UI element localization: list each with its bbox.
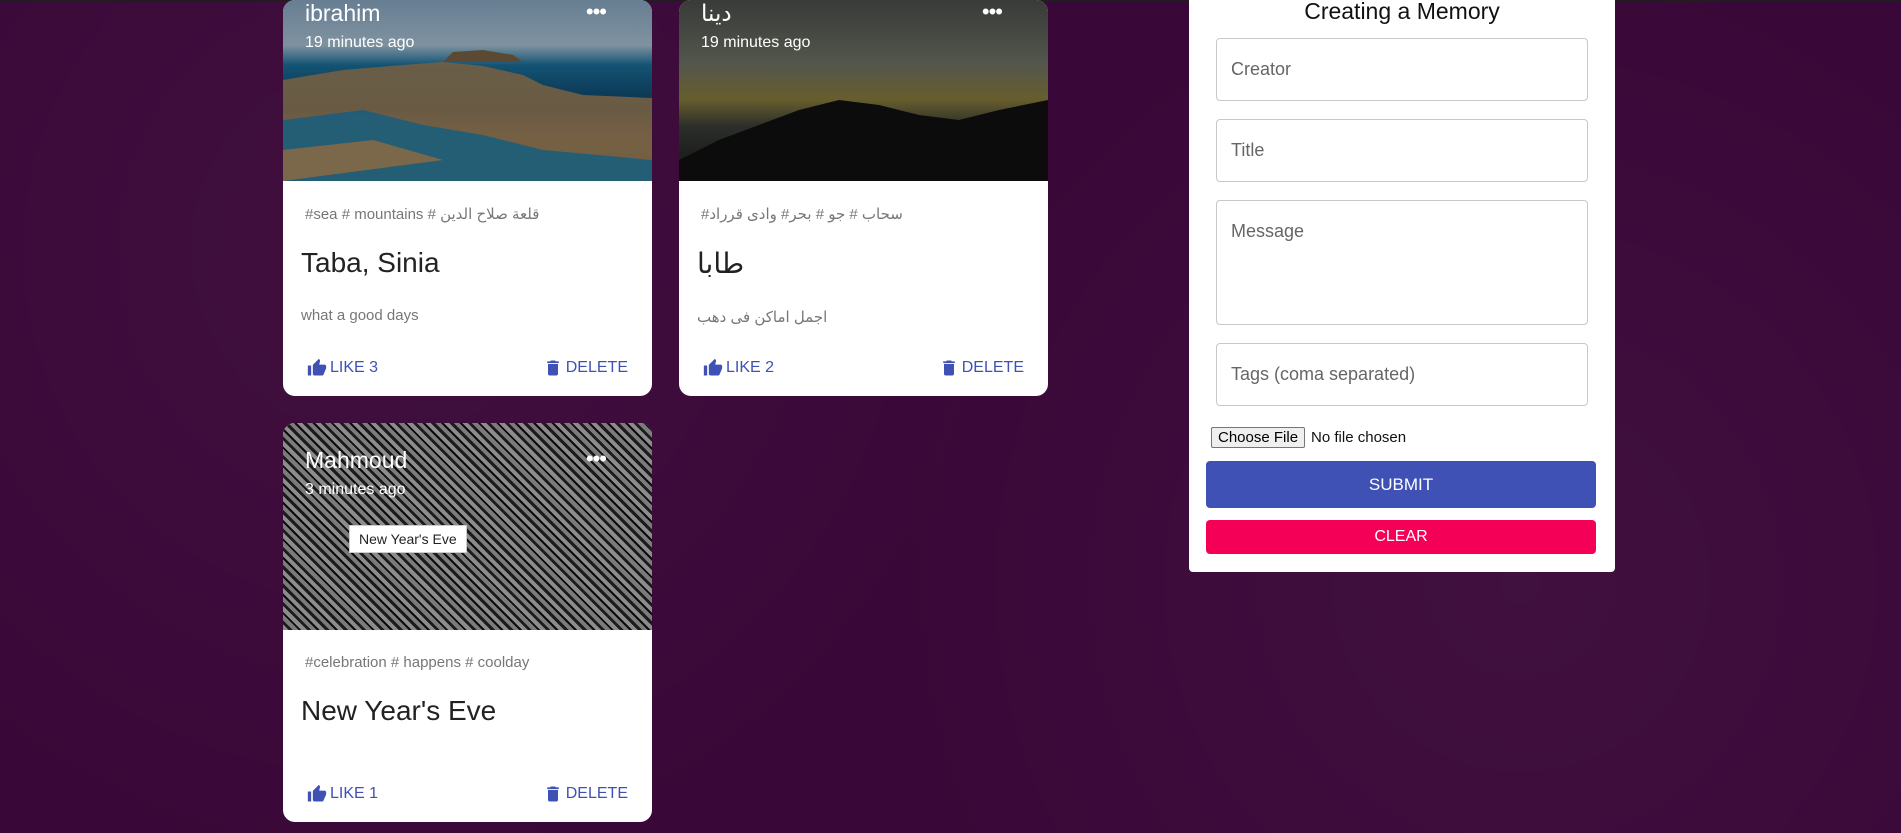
card-creator: دينا <box>701 0 732 26</box>
like-label: LIKE 3 <box>330 359 379 376</box>
thumb-up-icon <box>307 784 327 802</box>
delete-button[interactable]: DELETE <box>939 358 1024 378</box>
choose-file-button[interactable]: Choose File <box>1211 427 1306 448</box>
card-message: اجمل اماكن فى دهب <box>697 309 828 326</box>
card-tags: #سحاب # جو # بحر# وادى قرراد <box>701 206 903 223</box>
card-creator: ibrahim <box>305 0 381 26</box>
like-label: LIKE 1 <box>330 785 379 802</box>
file-status: No file chosen <box>1311 429 1407 446</box>
card-time: 19 minutes ago <box>701 34 811 51</box>
card-title: طابا <box>697 248 745 279</box>
delete-button[interactable]: DELETE <box>543 358 628 378</box>
title-tooltip: New Year's Eve <box>349 525 467 553</box>
tags-field[interactable]: Tags (coma separated) <box>1216 343 1588 406</box>
trash-icon <box>942 360 955 376</box>
card-title: Taba, Sinia <box>301 247 440 278</box>
create-memory-form: Creating a Memory Creator Title Message … <box>1189 0 1615 572</box>
title-field[interactable]: Title <box>1216 119 1588 182</box>
delete-label: DELETE <box>565 359 628 376</box>
memory-card: دينا 19 minutes ago ••• #سحاب # جو # بحر… <box>679 0 1048 396</box>
delete-label: DELETE <box>565 785 628 802</box>
creator-field[interactable]: Creator <box>1216 38 1588 101</box>
card-tags: #sea # mountains # قلعة صلاح الدين <box>305 206 540 223</box>
card-image: ibrahim 19 minutes ago ••• <box>283 0 652 181</box>
trash-icon <box>546 360 559 376</box>
delete-button[interactable]: DELETE <box>543 784 628 804</box>
card-creator: Mahmoud <box>305 447 408 473</box>
card-image: دينا 19 minutes ago ••• <box>679 0 1048 181</box>
like-button[interactable]: LIKE 3 <box>307 358 378 378</box>
like-button[interactable]: LIKE 1 <box>307 784 378 804</box>
card-image: Mahmoud 3 minutes ago ••• New Year's Eve <box>283 423 652 630</box>
trash-icon <box>546 786 559 802</box>
memory-card: Mahmoud 3 minutes ago ••• New Year's Eve… <box>283 423 652 822</box>
card-time: 19 minutes ago <box>305 34 415 51</box>
clear-button[interactable]: CLEAR <box>1206 520 1596 554</box>
like-button[interactable]: LIKE 2 <box>703 358 774 378</box>
form-title: Creating a Memory <box>1304 0 1500 24</box>
thumb-up-icon <box>307 358 327 376</box>
card-tags: #celebration # happens # coolday <box>305 654 530 671</box>
card-message: what a good days <box>301 307 419 324</box>
more-horiz-icon[interactable]: ••• <box>586 448 607 470</box>
card-title: New Year's Eve <box>301 695 497 726</box>
file-input[interactable]: Choose File No file chosen <box>1211 427 1406 448</box>
thumb-up-icon <box>703 358 723 376</box>
more-horiz-icon[interactable]: ••• <box>586 1 607 23</box>
delete-label: DELETE <box>961 359 1024 376</box>
memory-card: ibrahim 19 minutes ago ••• #sea # mounta… <box>283 0 652 396</box>
submit-button[interactable]: SUBMIT <box>1206 461 1596 508</box>
message-field[interactable]: Message <box>1216 200 1588 325</box>
card-message <box>301 755 652 773</box>
more-horiz-icon[interactable]: ••• <box>982 1 1003 23</box>
like-label: LIKE 2 <box>726 359 775 376</box>
card-time: 3 minutes ago <box>305 481 406 498</box>
